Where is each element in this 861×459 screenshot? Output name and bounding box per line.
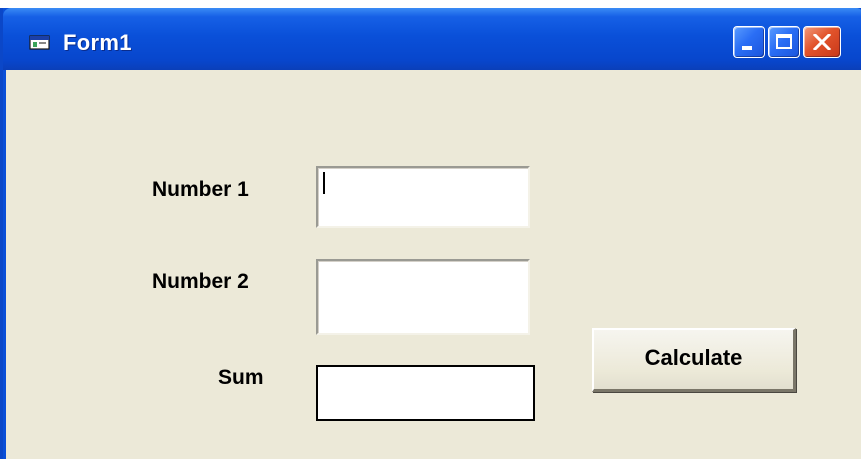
minimize-icon — [742, 46, 752, 50]
sum-output[interactable] — [316, 365, 535, 421]
number1-label: Number 1 — [152, 178, 249, 201]
text-caret — [323, 172, 325, 194]
window-title: Form1 — [63, 30, 132, 55]
form-app-icon — [29, 35, 50, 50]
maximize-button[interactable] — [768, 26, 800, 58]
form1-window: Form1 Number 1 Number 2 Sum Calculate — [0, 8, 861, 459]
minimize-button[interactable] — [733, 26, 765, 58]
title-bar[interactable]: Form1 — [3, 8, 861, 70]
calculate-button[interactable]: Calculate — [592, 328, 796, 392]
number1-input[interactable] — [316, 166, 530, 228]
number2-input[interactable] — [316, 259, 530, 335]
form-client-area: Number 1 Number 2 Sum Calculate — [6, 70, 861, 459]
maximize-icon — [776, 34, 792, 49]
close-button[interactable] — [803, 26, 841, 58]
close-icon — [813, 34, 831, 50]
sum-label: Sum — [218, 366, 264, 389]
number2-label: Number 2 — [152, 270, 249, 293]
